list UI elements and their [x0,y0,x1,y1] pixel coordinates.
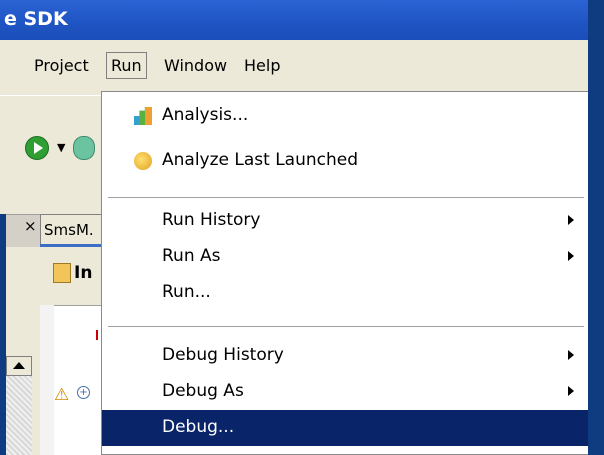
scrollbar-track[interactable] [6,376,32,455]
analyze-last-icon [134,152,152,170]
menu-item-run-as[interactable]: Run As [102,239,588,275]
menu-window[interactable]: Window [164,56,227,75]
menu-project[interactable]: Project [34,56,89,75]
menu-item-debug[interactable]: Debug... [102,410,588,446]
menu-item-label: Run... [162,282,211,302]
menu-item-analysis[interactable]: Analysis... [102,98,588,134]
menu-item-debug-history[interactable]: Debug History [102,338,588,374]
menu-run[interactable]: Run [106,52,147,79]
expand-icon[interactable]: + [77,386,90,399]
submenu-arrow-icon [568,350,574,360]
submenu-arrow-icon [568,215,574,225]
warning-icon: ⚠ [54,385,70,405]
editor-gutter [40,305,54,455]
chevron-down-icon[interactable]: ▼ [57,141,65,154]
menu-help[interactable]: Help [244,56,280,75]
menu-item-analyze-last-launched[interactable]: Analyze Last Launched [102,143,588,179]
menu-item-label: Run History [162,210,261,230]
menu-bar: Project Run Window Help [0,46,588,90]
submenu-arrow-icon [568,251,574,261]
close-icon[interactable]: × [24,217,37,235]
menu-item-label: Debug History [162,345,284,365]
editor-header-label: In [74,263,93,283]
menu-item-label: Debug As [162,381,244,401]
app-root: e SDK Project Run Window Help ▼ × SmsM. … [0,0,604,455]
interface-icon [53,263,71,283]
menu-separator [108,326,584,328]
menu-item-label: Analysis... [162,105,249,125]
menu-item-label: Run As [162,246,221,266]
menu-item-run[interactable]: Run... [102,275,588,311]
run-menu-dropdown: Analysis... Analyze Last Launched Run Hi… [101,91,588,455]
scroll-up-button[interactable] [6,356,32,376]
run-icon[interactable] [25,136,49,160]
window-title: e SDK [4,8,68,30]
debug-icon[interactable] [73,136,95,160]
menu-separator [108,197,584,199]
menu-item-label: Debug... [162,417,235,437]
menu-item-label: Analyze Last Launched [162,150,359,170]
background-right [588,0,604,455]
window: e SDK Project Run Window Help ▼ × SmsM. … [0,0,588,455]
title-bar[interactable]: e SDK [0,0,588,40]
error-marker [96,330,98,340]
analysis-icon [134,107,152,125]
menu-item-debug-as[interactable]: Debug As [102,374,588,410]
editor-tab[interactable]: SmsM. [40,214,106,244]
submenu-arrow-icon [568,386,574,396]
menu-item-run-history[interactable]: Run History [102,203,588,239]
